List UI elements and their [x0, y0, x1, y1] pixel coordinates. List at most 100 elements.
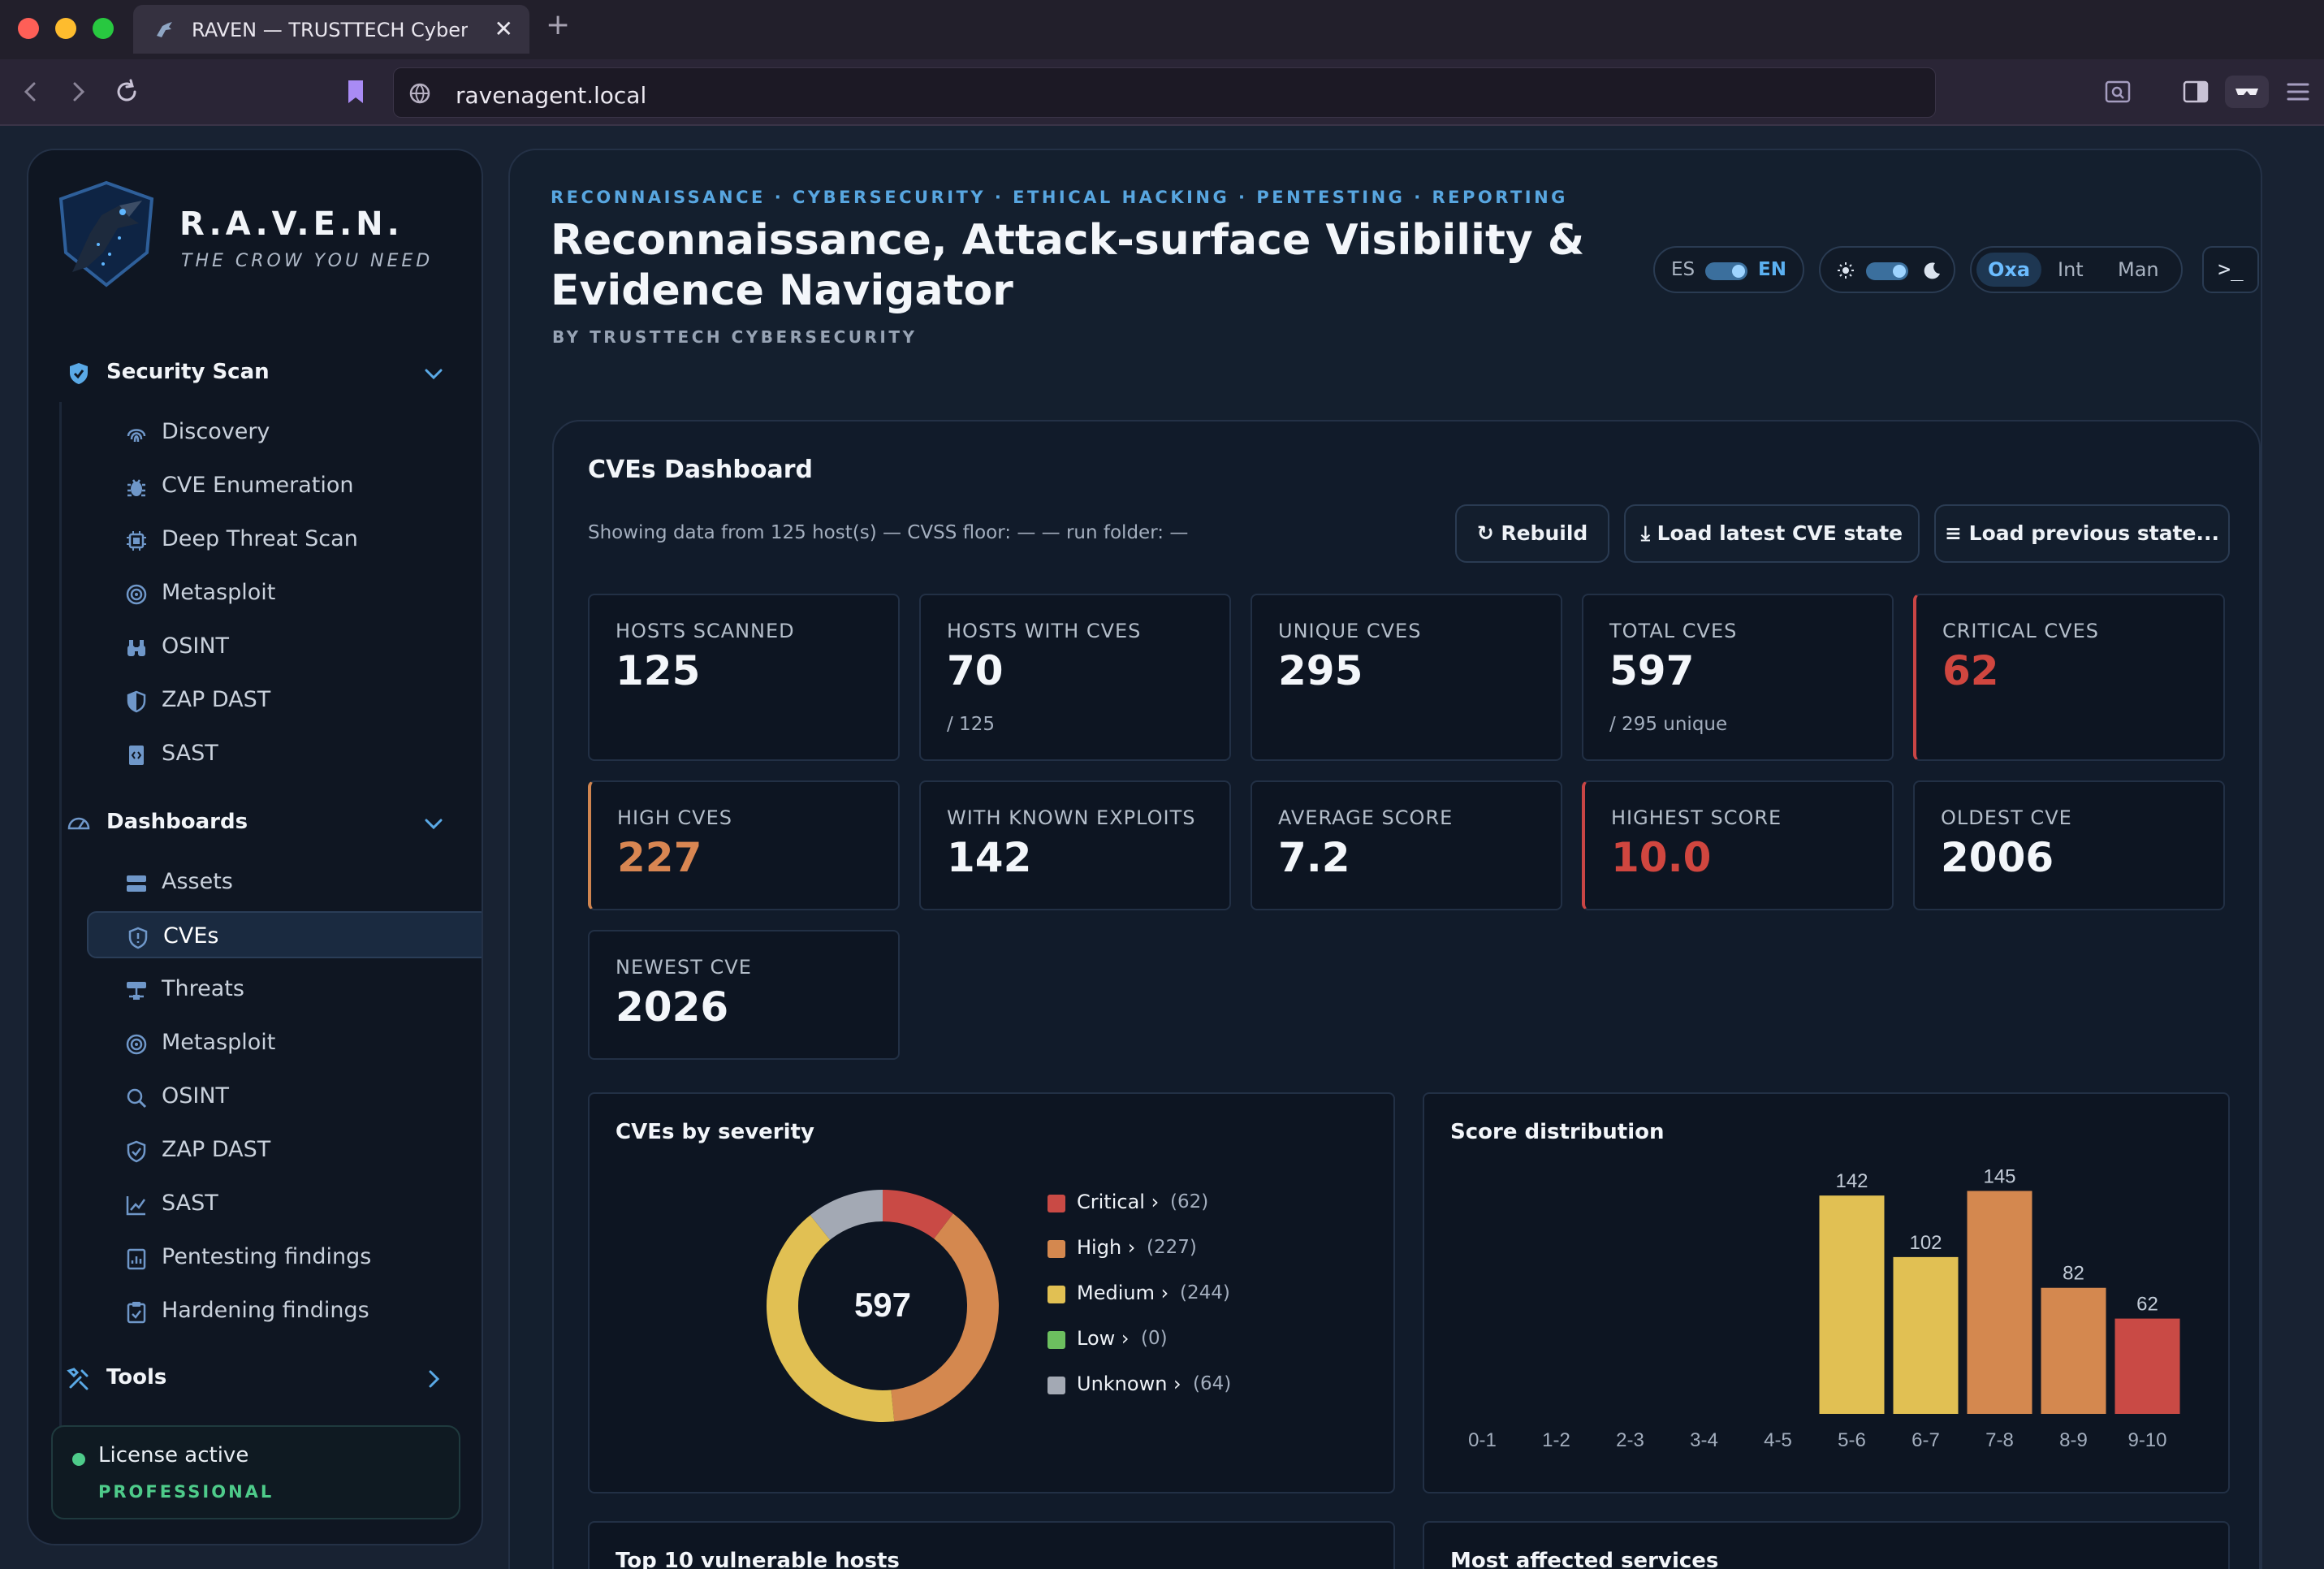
sidebar-item-label: ZAP DAST [162, 1137, 271, 1162]
theme-switch[interactable] [1866, 262, 1908, 280]
sidebar-item-cve-enumeration[interactable]: CVE Enumeration [87, 462, 482, 509]
window-minimize-button[interactable] [55, 18, 76, 39]
glasses-icon [2235, 89, 2258, 95]
browser-tab-active[interactable]: RAVEN — TRUSTTECH Cybersecurity ✕ [133, 5, 529, 54]
score-chart-panel: Score distribution 0-1 1-2 2-3 3-4 4-5 142 5-6… [1423, 1092, 2230, 1493]
chevron-down-icon[interactable] [421, 811, 446, 836]
bar-7-8[interactable] [1967, 1191, 2032, 1414]
legend-count: (62) [1170, 1191, 1209, 1212]
top-hosts-panel: Top 10 vulnerable hosts [588, 1521, 1395, 1569]
bar-9-10[interactable] [2114, 1318, 2180, 1414]
x-tick-label: 8-9 [2059, 1429, 2088, 1451]
bar-8-9[interactable] [2041, 1287, 2106, 1414]
sidebar-item-osint-dashboard[interactable]: OSINT [87, 1073, 482, 1120]
page-byline: BY TRUSTTECH CYBERSECURITY [552, 327, 918, 347]
stat-value: 70 [947, 647, 1004, 694]
terminal-button[interactable]: >_ [2202, 246, 2259, 293]
license-status-text: License active [98, 1443, 249, 1467]
sidebar-toggle-icon[interactable] [2179, 76, 2212, 108]
stat-label: UNIQUE CVES [1278, 620, 1422, 642]
x-tick-label: 1-2 [1542, 1429, 1570, 1451]
mode-option-int[interactable]: Int [2046, 253, 2095, 287]
sidebar-item-label: Metasploit [162, 1030, 276, 1055]
sidebar-item-osint[interactable]: OSINT [87, 623, 482, 670]
legend-label[interactable]: Unknown › [1077, 1372, 1181, 1395]
legend-label[interactable]: High › [1077, 1236, 1135, 1259]
sidebar-item-metasploit[interactable]: Metasploit [87, 569, 482, 616]
gauge-icon [67, 817, 90, 830]
clipboard-check-icon [127, 1302, 146, 1324]
stat-label: CRITICAL CVES [1942, 620, 2099, 642]
window-zoom-button[interactable] [93, 18, 114, 39]
sidebar-item-label: Assets [162, 869, 233, 894]
sidebar-item-hardening-findings[interactable]: Hardening findings [87, 1287, 482, 1334]
language-toggle[interactable]: ES EN [1653, 246, 1804, 293]
mode-option-oxa[interactable]: Oxa [1976, 253, 2042, 287]
chevron-right-icon[interactable] [421, 1367, 446, 1391]
section-label: Dashboards [106, 810, 248, 834]
back-icon[interactable] [15, 76, 47, 108]
tools-icon [67, 1368, 89, 1390]
legend-label[interactable]: Critical › [1077, 1191, 1159, 1213]
private-mode-button[interactable] [2225, 76, 2269, 108]
lang-es-label[interactable]: ES [1671, 259, 1695, 280]
stat-value: 62 [1942, 647, 1999, 694]
chip-icon [127, 531, 146, 551]
mode-selector[interactable]: Oxa Int Man [1970, 246, 2183, 293]
sidebar-item-sast-dashboard[interactable]: SAST [87, 1180, 482, 1227]
site-info-icon[interactable] [408, 82, 431, 105]
sidebar-item-pentesting-findings[interactable]: Pentesting findings [87, 1234, 482, 1281]
page-search-icon[interactable] [2102, 76, 2134, 108]
x-tick-label: 5-6 [1838, 1429, 1866, 1451]
sidebar-item-metasploit-dashboard[interactable]: Metasploit [87, 1019, 482, 1066]
sidebar-item-discovery[interactable]: Discovery [87, 408, 482, 456]
sidebar-item-threats[interactable]: Threats [87, 966, 482, 1013]
load-latest-button[interactable]: ⤓ Load latest CVE state [1624, 504, 1920, 563]
lang-en-label[interactable]: EN [1758, 259, 1786, 280]
window-close-button[interactable] [18, 18, 39, 39]
sidebar-item-sast[interactable]: SAST [87, 730, 482, 777]
legend-label[interactable]: Low › [1077, 1327, 1130, 1350]
forward-icon[interactable] [62, 76, 94, 108]
chevron-down-icon[interactable] [421, 361, 446, 386]
stat-critical-cves: CRITICAL CVES 62 [1913, 594, 2225, 761]
menu-icon[interactable] [2282, 76, 2314, 108]
sidebar-item-cves[interactable]: CVEs [87, 911, 482, 958]
sidebar-item-deep-threat-scan[interactable]: Deep Threat Scan [87, 516, 482, 563]
raven-logo-icon [58, 180, 154, 287]
stat-average-score: AVERAGE SCORE 7.2 [1251, 780, 1562, 910]
legend-label[interactable]: Medium › [1077, 1282, 1168, 1304]
load-previous-button[interactable]: ≡ Load previous state... [1934, 504, 2230, 563]
new-tab-button[interactable]: + [546, 8, 570, 41]
target-icon [126, 584, 147, 605]
section-tools[interactable]: Tools [28, 1354, 482, 1403]
bar-6-7[interactable] [1893, 1256, 1959, 1414]
bookmark-icon[interactable] [339, 76, 372, 108]
lang-switch[interactable] [1705, 262, 1747, 280]
section-security-scan[interactable]: Security Scan [28, 348, 482, 397]
tab-close-icon[interactable]: ✕ [495, 15, 513, 42]
stat-value: 2026 [616, 983, 729, 1031]
moon-icon[interactable] [1921, 260, 1942, 281]
bar-data-label: 62 [2136, 1294, 2158, 1316]
rebuild-button[interactable]: ↻ Rebuild [1455, 504, 1609, 563]
sidebar-item-zap-dast-dashboard[interactable]: ZAP DAST [87, 1126, 482, 1174]
bug-icon [127, 479, 145, 497]
sidebar-item-assets[interactable]: Assets [87, 858, 482, 906]
address-bar[interactable]: ravenagent.local [393, 67, 1936, 118]
section-label: Tools [106, 1365, 167, 1390]
mode-option-man[interactable]: Man [2106, 253, 2171, 287]
bar-5-6[interactable] [1819, 1195, 1885, 1414]
bar-data-label: 102 [1909, 1232, 1942, 1254]
sidebar-item-label: SAST [162, 1191, 218, 1216]
sidebar-item-label: Hardening findings [162, 1298, 369, 1323]
theme-toggle[interactable] [1819, 246, 1955, 293]
sidebar-item-zap-dast[interactable]: ZAP DAST [87, 676, 482, 724]
section-dashboards[interactable]: Dashboards [28, 798, 482, 847]
sun-icon[interactable] [1835, 260, 1856, 281]
shield-alert-icon [128, 927, 148, 949]
report-icon [127, 1248, 146, 1270]
sidebar-item-label: Metasploit [162, 580, 276, 605]
severity-chart-panel: CVEs by severity 597 Critical › (62) High … [588, 1092, 1395, 1493]
reload-icon[interactable] [110, 76, 143, 108]
